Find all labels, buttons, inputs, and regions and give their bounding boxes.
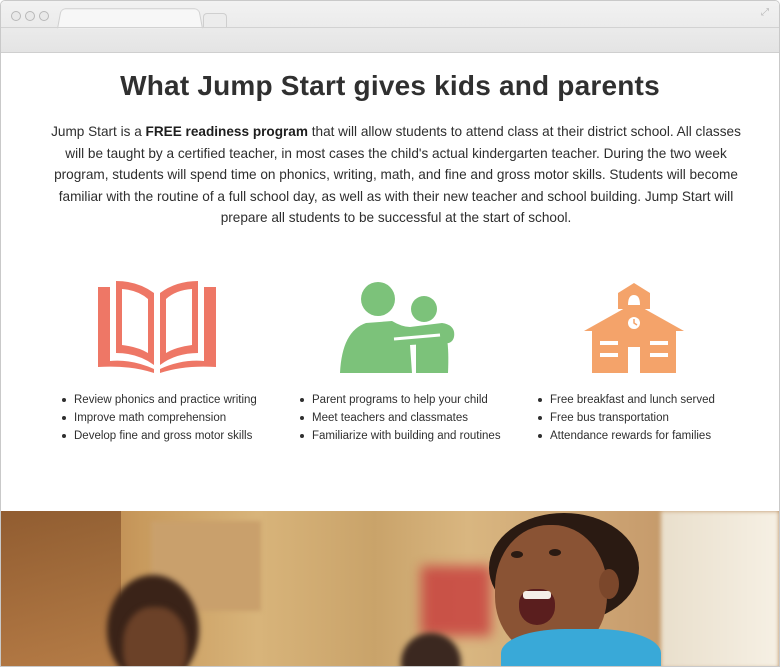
open-book-icon [96, 281, 218, 373]
schoolhouse-icon [584, 281, 684, 375]
fullscreen-icon[interactable]: ⤢ [759, 7, 771, 19]
list-item: Review phonics and practice writing [62, 391, 257, 409]
list-item: Free breakfast and lunch served [538, 391, 715, 409]
browser-window: ⤢ What Jump Start gives kids and parents… [0, 0, 780, 667]
minimize-window-button[interactable] [25, 11, 35, 21]
zoom-window-button[interactable] [39, 11, 49, 21]
list-item: Improve math comprehension [62, 409, 257, 427]
smiling-child-photo [1, 511, 779, 666]
intro-text-start: Jump Start is a [51, 124, 146, 139]
intro-paragraph: Jump Start is a FREE readiness program t… [51, 121, 741, 229]
list-item: Parent programs to help your child [300, 391, 501, 409]
parent-child-icon [336, 281, 456, 375]
new-tab-button[interactable] [203, 13, 227, 27]
intro-bold-program: FREE readiness program [145, 124, 308, 139]
close-window-button[interactable] [11, 11, 21, 21]
browser-chrome: ⤢ [1, 1, 779, 53]
tab-strip-divider [1, 27, 779, 28]
list-item: Develop fine and gross motor skills [62, 427, 257, 445]
page-content: What Jump Start gives kids and parents J… [1, 54, 779, 666]
browser-tab[interactable] [57, 8, 203, 29]
intro-text-rest: that will allow students to attend class… [54, 124, 741, 226]
parent-benefits-list: Parent programs to help your child Meet … [300, 391, 501, 445]
list-item: Free bus transportation [538, 409, 715, 427]
page-title: What Jump Start gives kids and parents [120, 70, 660, 101]
list-item: Familiarize with building and routines [300, 427, 501, 445]
list-item: Attendance rewards for families [538, 427, 715, 445]
school-benefits-list: Free breakfast and lunch served Free bus… [538, 391, 715, 445]
list-item: Meet teachers and classmates [300, 409, 501, 427]
learning-benefits-list: Review phonics and practice writing Impr… [62, 391, 257, 445]
